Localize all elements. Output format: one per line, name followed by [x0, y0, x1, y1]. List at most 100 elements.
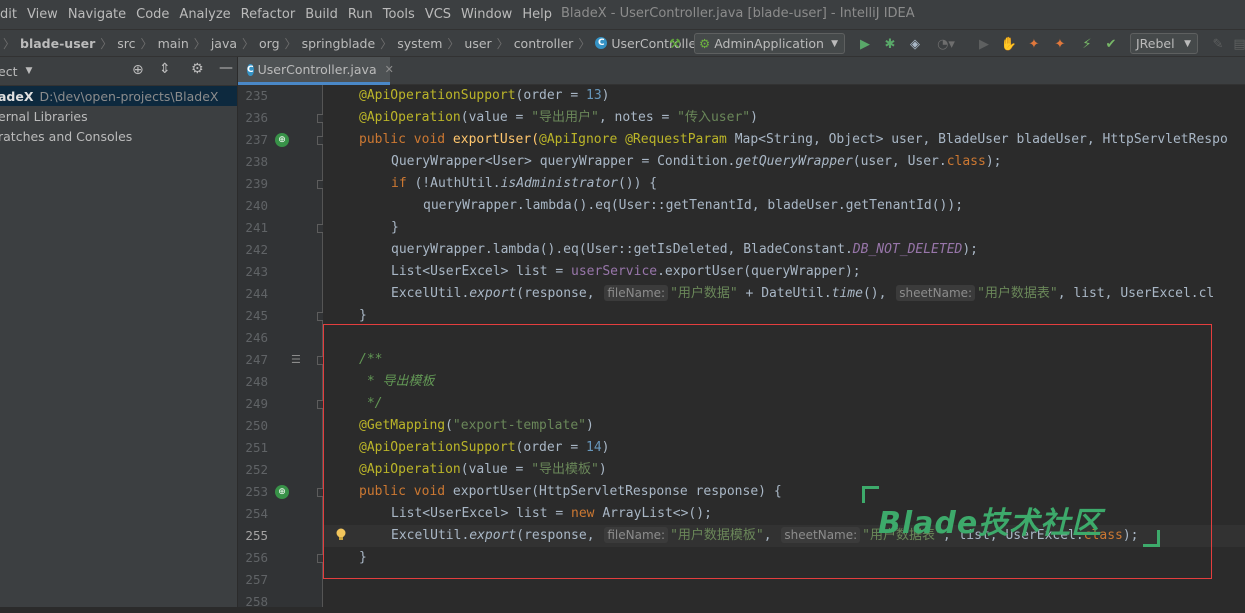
line-number: 253: [245, 484, 268, 499]
run-configuration-label: AdminApplication: [714, 36, 824, 51]
menu-window[interactable]: Window: [456, 7, 517, 22]
tree-item-external-libraries[interactable]: ernal Libraries: [0, 106, 237, 126]
tab-user-controller[interactable]: C UserController.java ✕: [238, 57, 394, 85]
documentation-icon[interactable]: ☰: [291, 353, 301, 366]
tree-item-scratches[interactable]: ratches and Consoles: [0, 126, 237, 146]
request-mapping-icon[interactable]: ⊕: [275, 485, 289, 499]
jrebel-sync-icon[interactable]: ⚡: [1078, 35, 1096, 53]
menu-code[interactable]: Code: [131, 7, 174, 22]
hammer-icon[interactable]: ✎: [1210, 35, 1226, 53]
line-number: 254: [245, 506, 268, 521]
request-mapping-icon[interactable]: ⊕: [275, 133, 289, 147]
breadcrumb-user[interactable]: user: [462, 36, 493, 51]
editor-gutter[interactable]: 235 236 237 238 239 240 241 242 243 244 …: [238, 85, 325, 609]
breadcrumb: 〉 blade-user 〉 src 〉 main 〉 java 〉 org 〉…: [0, 30, 810, 56]
jrebel-select-label: JRebel: [1136, 36, 1175, 51]
breadcrumb-src[interactable]: src: [115, 36, 137, 51]
code-editor[interactable]: @ApiOperationSupport(order = 13) @ApiOpe…: [323, 85, 1245, 607]
line-number: 243: [245, 264, 268, 279]
tab-label: UserController.java: [257, 62, 377, 77]
locate-icon[interactable]: ⊕: [132, 62, 144, 78]
project-panel-title[interactable]: ect: [0, 64, 17, 79]
line-number: 239: [245, 176, 268, 191]
line-number: 247: [245, 352, 268, 367]
editor-tab-bar: C UserController.java ✕: [238, 57, 1245, 85]
line-number: 244: [245, 286, 268, 301]
chevron-right-icon: 〉: [447, 36, 460, 51]
tree-item-path: D:\dev\open-projects\BladeX: [39, 88, 219, 104]
jrebel-select[interactable]: JRebel ▼: [1130, 33, 1198, 54]
line-number: 250: [245, 418, 268, 433]
breadcrumb-org[interactable]: org: [257, 36, 282, 51]
breadcrumb-system[interactable]: system: [395, 36, 444, 51]
line-number: 251: [245, 440, 268, 455]
chevron-down-icon: ▼: [1184, 38, 1191, 49]
menu-run[interactable]: Run: [343, 7, 378, 22]
menu-help[interactable]: Help: [517, 7, 557, 22]
chevron-right-icon: 〉: [496, 36, 509, 51]
code-line-249: */: [359, 396, 383, 411]
navigation-bar: 〉 blade-user 〉 src 〉 main 〉 java 〉 org 〉…: [0, 29, 1245, 57]
chevron-down-icon: ▼: [831, 38, 838, 49]
gear-icon[interactable]: ⚙: [191, 61, 204, 77]
line-number: 258: [245, 594, 268, 609]
minimize-icon[interactable]: —: [219, 60, 233, 76]
attach-icon[interactable]: ✋: [1000, 35, 1018, 53]
parameter-hint: sheetName:: [896, 285, 976, 301]
code-line-248: * 导出模板: [359, 374, 435, 389]
parameter-hint: fileName:: [604, 285, 669, 301]
chevron-right-icon: 〉: [193, 36, 206, 51]
line-number: 256: [245, 550, 268, 565]
window-title: BladeX - UserController.java [blade-user…: [561, 6, 915, 21]
menu-navigate[interactable]: Navigate: [63, 7, 131, 22]
project-panel-header: ect ▼ ⊕ ⇕ ⚙ —: [0, 57, 237, 86]
menu-tools[interactable]: Tools: [378, 7, 420, 22]
code-line-243: List<UserExcel> list = userService.expor…: [391, 264, 861, 279]
breadcrumb-class[interactable]: C UserController: [593, 36, 703, 51]
line-number: 240: [245, 198, 268, 213]
code-line-250: @GetMapping("export-template"): [359, 418, 594, 433]
chevron-right-icon: 〉: [100, 36, 113, 51]
breadcrumb-module[interactable]: blade-user: [18, 36, 97, 51]
tree-item-project-root[interactable]: adeX D:\dev\open-projects\BladeX: [0, 86, 237, 106]
jrebel-run-icon[interactable]: ✦: [1025, 35, 1043, 53]
code-line-242: queryWrapper.lambda().eq(User::getIsDele…: [391, 242, 979, 257]
menu-analyze[interactable]: Analyze: [174, 7, 235, 22]
menu-refactor[interactable]: Refactor: [236, 7, 301, 22]
code-line-256: }: [359, 550, 367, 565]
resume-icon: ▶: [979, 36, 989, 52]
database-icon[interactable]: ▤: [1233, 35, 1245, 53]
code-line-252: @ApiOperation(value = "导出模板"): [359, 462, 607, 477]
run-icon[interactable]: ▶: [856, 35, 874, 53]
line-number: 237: [245, 132, 268, 147]
breadcrumb-java[interactable]: java: [209, 36, 239, 51]
menu-vcs[interactable]: VCS: [420, 7, 456, 22]
build-hammer-icon[interactable]: ⚒: [666, 35, 684, 53]
debug-icon[interactable]: ✱: [881, 35, 899, 53]
spring-boot-icon: ⚙: [699, 36, 711, 51]
code-line-254: List<UserExcel> list = new ArrayList<>()…: [391, 506, 712, 521]
code-line-241: }: [391, 220, 399, 235]
code-line-244: ExcelUtil.export(response, fileName: "用户数…: [391, 285, 1215, 301]
line-number: 248: [245, 374, 268, 389]
breadcrumb-springblade[interactable]: springblade: [300, 36, 378, 51]
code-line-235: @ApiOperationSupport(order = 13): [359, 88, 610, 103]
line-number: 238: [245, 154, 268, 169]
run-configuration-select[interactable]: ⚙ AdminApplication ▼: [694, 33, 845, 54]
line-number: 236: [245, 110, 268, 125]
code-line-237: public void exportUser(@ApiIgnore @Reque…: [359, 132, 1228, 147]
lightbulb-icon[interactable]: [335, 528, 347, 542]
breadcrumb-controller[interactable]: controller: [512, 36, 576, 51]
jrebel-debug-icon[interactable]: ✦: [1051, 35, 1069, 53]
profile-icon[interactable]: ◔▾: [933, 35, 959, 53]
menu-build[interactable]: Build: [300, 7, 343, 22]
collapse-all-icon[interactable]: ⇕: [159, 61, 171, 77]
line-number: 245: [245, 308, 268, 323]
coverage-icon[interactable]: ◈: [906, 35, 924, 53]
chevron-down-icon[interactable]: ▼: [25, 66, 32, 76]
breadcrumb-main[interactable]: main: [156, 36, 191, 51]
jrebel-update-icon[interactable]: ✔: [1102, 35, 1120, 53]
menu-view[interactable]: View: [22, 7, 63, 22]
menu-edit[interactable]: dit: [0, 7, 22, 22]
close-icon[interactable]: ✕: [385, 63, 394, 76]
